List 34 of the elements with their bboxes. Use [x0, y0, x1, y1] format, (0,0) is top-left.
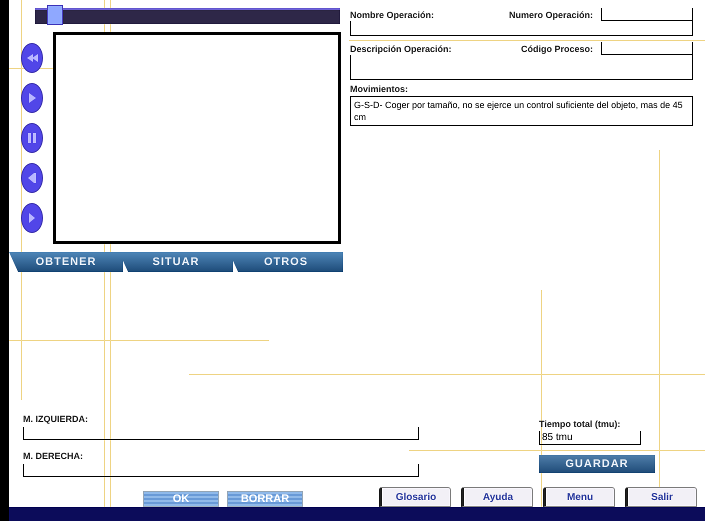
step-forward-button[interactable] — [21, 203, 43, 233]
save-button[interactable]: GUARDAR — [539, 455, 655, 473]
field-label: Descripción Operación: — [350, 44, 452, 54]
step-back-icon — [28, 173, 36, 183]
pause-button[interactable] — [21, 123, 43, 153]
field-label: Código Proceso: — [520, 44, 593, 54]
slider-thumb[interactable] — [47, 5, 64, 25]
nav-tab[interactable]: Ayuda — [461, 487, 533, 507]
field-label: Nombre Operación: — [350, 10, 434, 20]
hand-field[interactable] — [23, 464, 419, 477]
total-time-field[interactable]: 85 tmu — [539, 431, 641, 445]
play-icon — [28, 93, 36, 103]
step-forward-icon — [29, 213, 35, 223]
field-label: Movimientos: — [350, 84, 408, 94]
description-field[interactable] — [350, 55, 693, 80]
nav-tab[interactable]: Glosario — [379, 487, 451, 507]
number-field[interactable] — [601, 8, 693, 21]
hand-field[interactable] — [23, 427, 419, 440]
action-tab[interactable]: OBTENER — [9, 252, 123, 272]
field-label: Tiempo total (tmu): — [539, 419, 620, 429]
name-field[interactable] — [350, 21, 693, 36]
rewind-icon — [26, 54, 38, 62]
pause-icon — [28, 133, 36, 143]
step-back-button[interactable] — [21, 163, 43, 193]
rewind-button[interactable] — [21, 43, 43, 73]
nav-tab[interactable]: Salir — [625, 487, 697, 507]
field-label: Numero Operación: — [508, 10, 593, 20]
process-code-field[interactable] — [601, 42, 693, 55]
field-label: M. IZQUIERDA: — [23, 414, 88, 424]
field-label: M. DERECHA: — [23, 451, 83, 461]
timeline-slider[interactable] — [35, 8, 340, 24]
movements-field[interactable]: G-S-D- Coger por tamaño, no se ejerce un control suficiente del objeto, mas de 45 cm — [350, 96, 693, 126]
nav-tab[interactable]: Menu — [543, 487, 615, 507]
play-button[interactable] — [21, 83, 43, 113]
